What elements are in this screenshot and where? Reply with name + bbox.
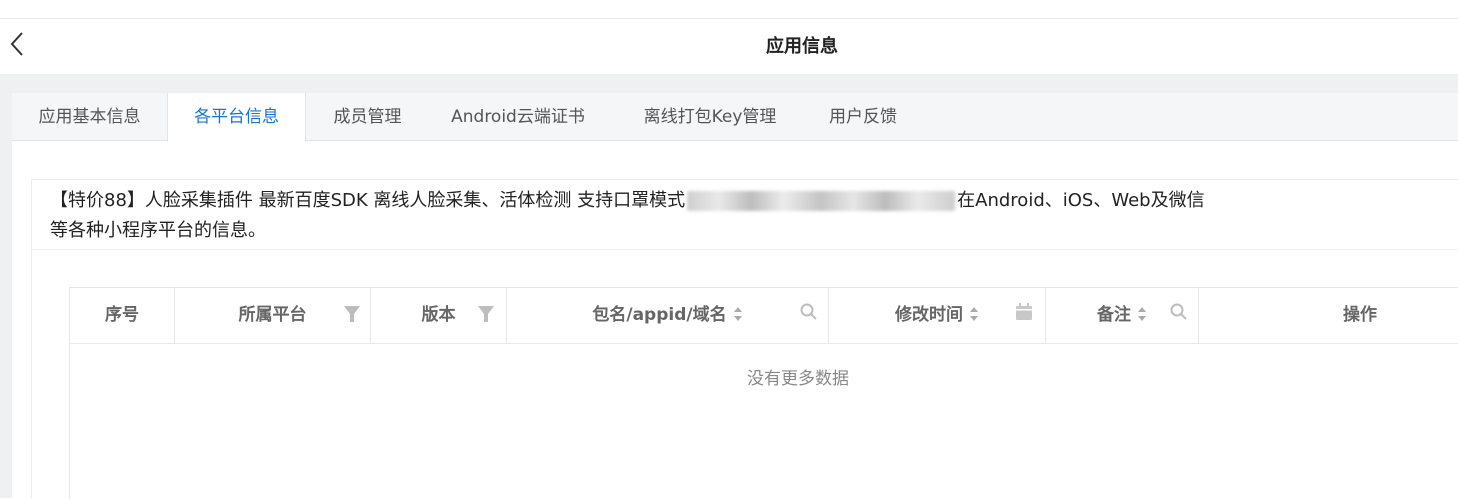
column-index: 序号 (70, 288, 175, 343)
page-header: 应用信息 (0, 19, 1458, 74)
column-package: 包名/appid/域名 (507, 288, 829, 343)
column-label: 版本 (421, 305, 456, 325)
sort-icon[interactable] (1137, 306, 1147, 322)
column-label: 包名/appid/域名 (592, 305, 727, 325)
column-label: 序号 (105, 305, 139, 325)
description-text-start: 【特价88】人脸采集插件 最新百度SDK 离线人脸采集、活体检测 支持口罩模式 (50, 190, 686, 211)
page-title: 应用信息 (766, 36, 838, 57)
column-platform: 所属平台 (175, 288, 371, 343)
card-description: 【特价88】人脸采集插件 最新百度SDK 离线人脸采集、活体检测 支持口罩模式在… (50, 186, 1210, 246)
sort-icon[interactable] (733, 306, 743, 322)
column-label: 修改时间 (895, 305, 963, 325)
calendar-icon[interactable] (1014, 302, 1034, 322)
column-label: 所属平台 (238, 305, 307, 325)
tab-android-cloud-cert[interactable]: Android云端证书 (429, 93, 607, 141)
tab-user-feedback[interactable]: 用户反馈 (813, 93, 913, 141)
column-actions: 操作 (1199, 288, 1458, 343)
filter-icon[interactable] (476, 304, 496, 324)
sort-icon[interactable] (969, 306, 979, 322)
tab-offline-key[interactable]: 离线打包Key管理 (607, 93, 813, 141)
tab-member-management[interactable]: 成员管理 (306, 93, 429, 141)
table-header: 序号 所属平台 版本 包名/appid/域名 修改时间 备注 操作 (70, 288, 1458, 344)
column-label: 操作 (1343, 305, 1377, 325)
platform-info-card: 【特价88】人脸采集插件 最新百度SDK 离线人脸采集、活体检测 支持口罩模式在… (31, 179, 1458, 499)
empty-state-text: 没有更多数据 (747, 369, 849, 389)
search-icon[interactable] (799, 302, 819, 322)
search-icon[interactable] (1169, 302, 1189, 322)
platform-table: 序号 所属平台 版本 包名/appid/域名 修改时间 备注 操作 没有更多数据 (69, 287, 1458, 499)
content-panel: 应用基本信息 各平台信息 成员管理 Android云端证书 离线打包Key管理 … (12, 93, 1458, 499)
tab-bar: 应用基本信息 各平台信息 成员管理 Android云端证书 离线打包Key管理 … (12, 93, 1458, 142)
tab-basic-info[interactable]: 应用基本信息 (12, 93, 167, 141)
redacted-text (687, 191, 956, 211)
tab-platform-info[interactable]: 各平台信息 (167, 93, 306, 142)
column-label: 备注 (1097, 305, 1131, 325)
column-modified-time: 修改时间 (829, 288, 1046, 343)
filter-icon[interactable] (342, 304, 362, 324)
column-version: 版本 (371, 288, 507, 343)
card-divider (32, 249, 1458, 250)
column-remark: 备注 (1046, 288, 1199, 343)
